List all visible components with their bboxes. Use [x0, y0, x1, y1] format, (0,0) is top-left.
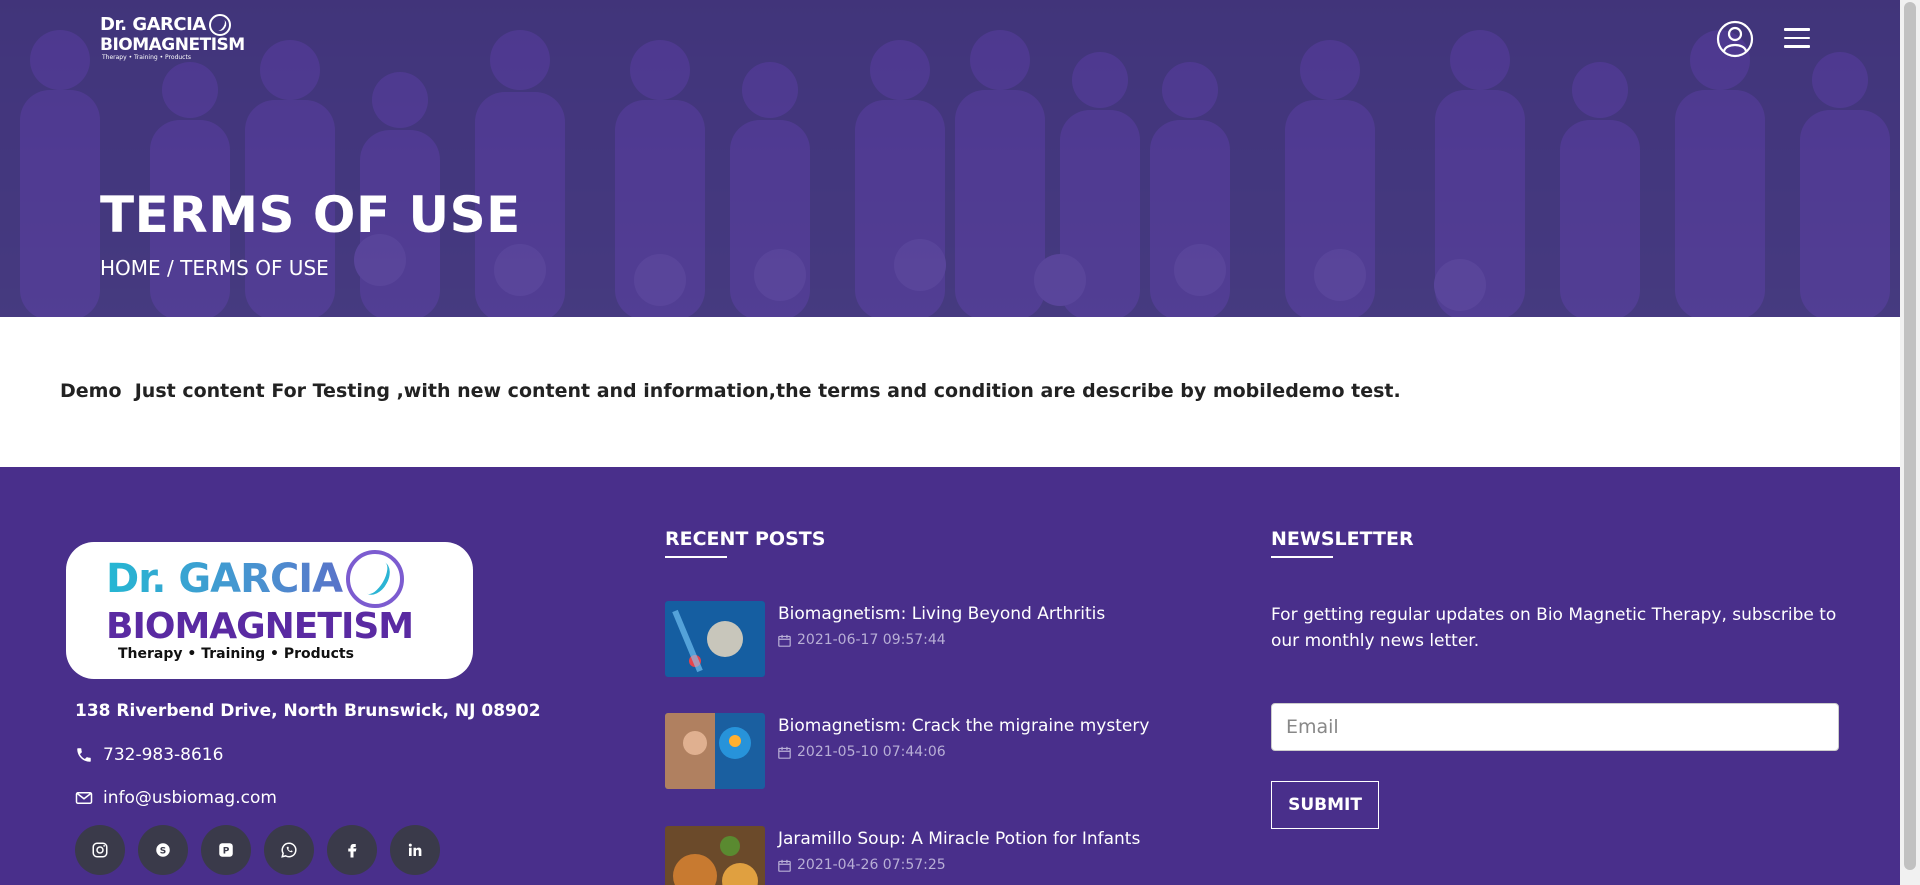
- post-date: 2021-05-10 07:44:06: [778, 744, 1149, 760]
- newsletter-heading: NEWSLETTER: [1271, 528, 1414, 558]
- whatsapp-link[interactable]: [264, 825, 314, 875]
- calendar-icon: [778, 634, 791, 647]
- post-date: 2021-06-17 09:57:44: [778, 632, 1105, 648]
- post-date-text: 2021-06-17 09:57:44: [797, 632, 946, 648]
- social-links: S P: [75, 825, 440, 875]
- recent-post-item[interactable]: Biomagnetism: Crack the migraine mystery…: [665, 713, 1149, 789]
- terms-content-text: Demo Just content For Testing ,with new …: [60, 380, 1401, 402]
- pinterest-link[interactable]: P: [201, 825, 251, 875]
- post-title[interactable]: Biomagnetism: Crack the migraine mystery: [778, 716, 1149, 736]
- pinterest-icon: P: [219, 843, 233, 857]
- logo-line2: BIOMAGNETISM: [100, 35, 245, 55]
- footer-phone[interactable]: 732-983-8616: [75, 745, 223, 765]
- breadcrumb: HOME / TERMS OF USE: [100, 256, 329, 280]
- footer-logo[interactable]: Dr. GARCIA BIOMAGNETISM Therapy • Traini…: [66, 542, 473, 679]
- post-title[interactable]: Jaramillo Soup: A Miracle Potion for Inf…: [778, 829, 1140, 849]
- footer-logo-line1: Dr. GARCIA: [106, 556, 343, 602]
- whatsapp-icon: [281, 842, 297, 858]
- phone-icon: [77, 748, 91, 762]
- facebook-icon: [348, 844, 357, 858]
- post-date-text: 2021-04-26 07:57:25: [797, 857, 946, 873]
- footer-logo-line3: Therapy • Training • Products: [118, 646, 354, 662]
- footer-logo-orb-icon: [346, 550, 405, 608]
- calendar-icon: [778, 746, 791, 759]
- post-title[interactable]: Biomagnetism: Living Beyond Arthritis: [778, 604, 1105, 624]
- post-thumbnail-soup: [665, 826, 765, 885]
- phone-number: 732-983-8616: [103, 745, 224, 765]
- breadcrumb-current: TERMS OF USE: [180, 256, 329, 280]
- site-footer: Dr. GARCIA BIOMAGNETISM Therapy • Traini…: [0, 467, 1900, 885]
- calendar-icon: [778, 859, 791, 872]
- linkedin-icon: [408, 843, 422, 856]
- skype-icon: S: [156, 843, 170, 857]
- footer-email[interactable]: info@usbiomag.com: [75, 788, 277, 808]
- footer-logo-line2: BIOMAGNETISM: [106, 606, 414, 647]
- post-thumbnail-arthritis: [665, 601, 765, 677]
- email-address: info@usbiomag.com: [103, 788, 277, 808]
- hero-banner: Dr. GARCIA BIOMAGNETISM Therapy • Traini…: [0, 0, 1900, 317]
- header-logo[interactable]: Dr. GARCIA BIOMAGNETISM Therapy • Traini…: [100, 14, 245, 66]
- newsletter-email-input[interactable]: [1271, 703, 1839, 751]
- logo-orb-icon: [208, 14, 231, 36]
- footer-address: 138 Riverbend Drive, North Brunswick, NJ…: [75, 701, 541, 721]
- svg-text:S: S: [160, 846, 166, 856]
- recent-post-item[interactable]: Jaramillo Soup: A Miracle Potion for Inf…: [665, 826, 1140, 885]
- scrollbar-thumb[interactable]: [1904, 2, 1916, 870]
- facebook-link[interactable]: [327, 825, 377, 875]
- page-scrollbar[interactable]: [1900, 0, 1920, 885]
- page-title: TERMS OF USE: [100, 186, 521, 244]
- post-thumbnail-migraine: [665, 713, 765, 789]
- post-date: 2021-04-26 07:57:25: [778, 857, 1140, 873]
- hamburger-menu-icon[interactable]: [1784, 28, 1810, 52]
- breadcrumb-home-link[interactable]: HOME: [100, 256, 161, 280]
- recent-post-item[interactable]: Biomagnetism: Living Beyond Arthritis 20…: [665, 601, 1105, 677]
- svg-text:P: P: [223, 846, 230, 856]
- breadcrumb-separator: /: [160, 256, 181, 280]
- newsletter-description: For getting regular updates on Bio Magne…: [1271, 605, 1837, 651]
- recent-posts-heading: RECENT POSTS: [665, 528, 826, 558]
- user-circle-icon[interactable]: [1716, 20, 1754, 58]
- instagram-icon: [92, 842, 108, 858]
- linkedin-link[interactable]: [390, 825, 440, 875]
- instagram-link[interactable]: [75, 825, 125, 875]
- newsletter-submit-button[interactable]: SUBMIT: [1271, 781, 1379, 829]
- post-date-text: 2021-05-10 07:44:06: [797, 744, 946, 760]
- logo-line1: Dr. GARCIA: [100, 14, 206, 35]
- envelope-icon: [75, 792, 93, 804]
- logo-line3: Therapy • Training • Products: [102, 54, 191, 61]
- skype-link[interactable]: S: [138, 825, 188, 875]
